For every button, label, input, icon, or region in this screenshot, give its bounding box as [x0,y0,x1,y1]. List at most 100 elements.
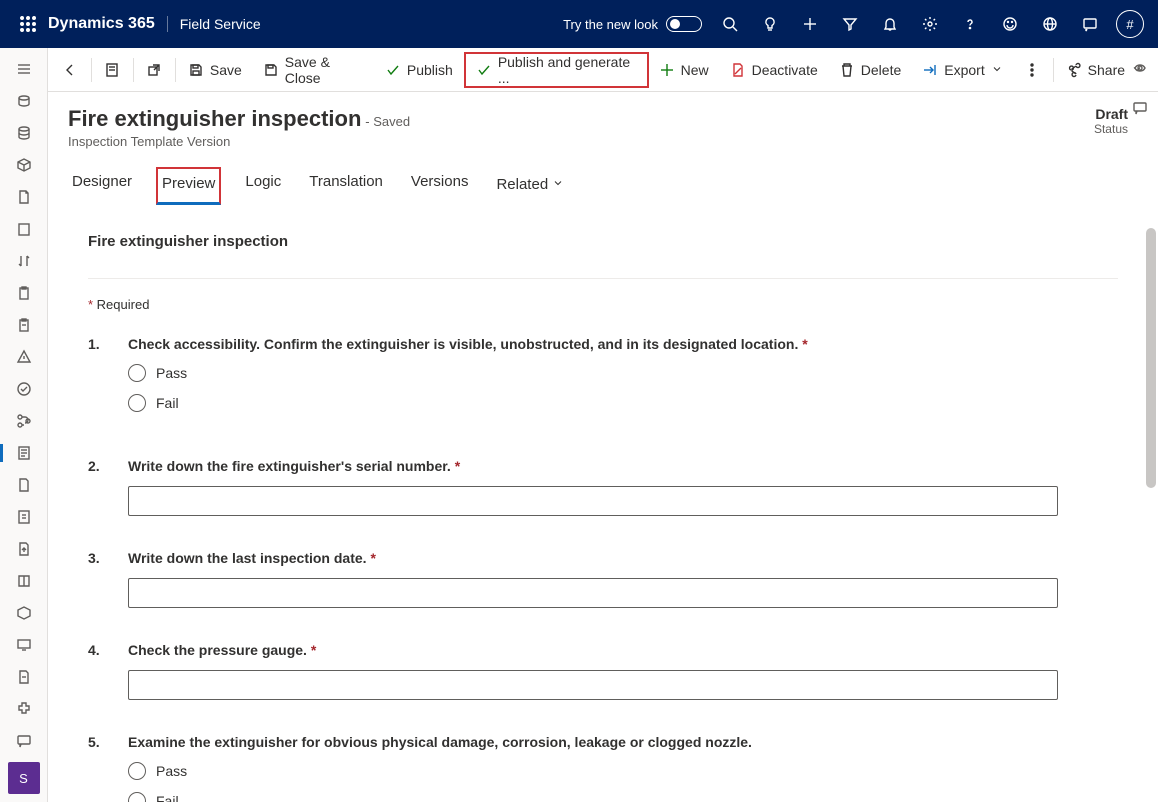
lightbulb-icon[interactable] [750,0,790,48]
related-label: Related [496,176,548,193]
save-close-label: Save & Close [285,54,364,86]
user-avatar[interactable]: # [1110,0,1150,48]
form-selector-icon[interactable] [94,48,131,92]
delete-button[interactable]: Delete [829,48,912,92]
export-button[interactable]: Export [912,48,1013,92]
help-icon[interactable] [950,0,990,48]
deactivate-label: Deactivate [752,62,818,78]
nav-building-icon[interactable] [4,214,44,244]
nav-file-icon[interactable] [4,470,44,500]
deactivate-button[interactable]: Deactivate [720,48,829,92]
nav-box-icon[interactable] [4,598,44,628]
try-new-look-label: Try the new look [563,17,658,32]
avatar-circle: # [1116,10,1144,38]
question-number: 4. [88,642,128,700]
radio-label: Pass [156,365,187,381]
required-note: * Required [88,297,1118,312]
nav-plugin-icon[interactable] [4,694,44,724]
brand-name[interactable]: Dynamics 365 [48,15,155,33]
search-icon[interactable] [710,0,750,48]
question: 3.Write down the last inspection date. * [88,550,1118,608]
add-icon[interactable] [790,0,830,48]
tab-designer[interactable]: Designer [68,167,136,205]
saved-indicator: - Saved [365,114,410,129]
nav-book-icon[interactable] [4,566,44,596]
publish-label: Publish [407,62,453,78]
right-panel-rail [1122,48,1158,120]
feedback-icon[interactable] [990,0,1030,48]
question: 1.Check accessibility. Confirm the extin… [88,336,1118,424]
notifications-icon[interactable] [870,0,910,48]
nav-clipboard-icon[interactable] [4,278,44,308]
nav-document-icon[interactable] [4,182,44,212]
nav-page-icon[interactable] [4,502,44,532]
radio-circle-icon [128,762,146,780]
divider [88,278,1118,279]
settings-icon[interactable] [910,0,950,48]
try-new-toggle[interactable] [666,16,702,32]
share-label: Share [1088,62,1125,78]
form-title: Fire extinguisher inspection [88,233,1118,250]
question-number: 3. [88,550,128,608]
nav-sort-icon[interactable] [4,246,44,276]
messages-icon[interactable] [1070,0,1110,48]
nav-chat-icon[interactable] [4,726,44,756]
app-launcher-icon[interactable] [8,16,48,32]
radio-option[interactable]: Fail [128,394,1118,412]
area-switcher[interactable]: S [8,762,40,794]
nav-form-icon[interactable] [4,438,44,468]
text-input[interactable] [128,670,1058,700]
nav-package-icon[interactable] [4,150,44,180]
nav-data-icon[interactable] [4,118,44,148]
text-input[interactable] [128,578,1058,608]
question-number: 2. [88,458,128,516]
filter-icon[interactable] [830,0,870,48]
teams-chat-icon[interactable] [1128,96,1152,120]
export-label: Export [944,62,984,78]
new-label: New [681,62,709,78]
page-title: Fire extinguisher inspection [68,106,361,131]
text-input[interactable] [128,486,1058,516]
publish-button[interactable]: Publish [375,48,464,92]
radio-option[interactable]: Fail [128,792,1118,802]
nav-upload-icon[interactable] [4,534,44,564]
radio-option[interactable]: Pass [128,762,1118,780]
copilot-icon[interactable] [1128,56,1152,80]
tab-related[interactable]: Related [492,167,568,205]
radio-circle-icon [128,364,146,382]
tab-versions[interactable]: Versions [407,167,473,205]
scrollbar-thumb[interactable] [1146,228,1156,488]
globe-icon[interactable] [1030,0,1070,48]
radio-circle-icon [128,394,146,412]
nav-check-icon[interactable] [4,374,44,404]
radio-circle-icon [128,792,146,802]
nav-hamburger-icon[interactable] [4,54,44,84]
question: 5.Examine the extinguisher for obvious p… [88,734,1118,802]
back-button[interactable] [52,48,89,92]
save-button[interactable]: Save [178,48,253,92]
overflow-button[interactable] [1014,48,1051,92]
nav-branch-icon[interactable] [4,406,44,436]
chevron-down-icon [991,62,1003,78]
form-tabs: Designer Preview Logic Translation Versi… [48,149,1158,205]
tab-preview[interactable]: Preview [156,167,221,205]
question-text: Write down the last inspection date. * [128,550,1118,566]
new-button[interactable]: New [649,48,720,92]
radio-label: Pass [156,763,187,779]
nav-warning-icon[interactable] [4,342,44,372]
publish-generate-button[interactable]: Publish and generate ... [464,52,649,88]
nav-clipboard2-icon[interactable] [4,310,44,340]
record-header: Fire extinguisher inspection - Saved Ins… [48,92,1158,149]
status-label: Status [1094,122,1128,136]
tab-translation[interactable]: Translation [305,167,387,205]
tab-logic[interactable]: Logic [241,167,285,205]
nav-file2-icon[interactable] [4,662,44,692]
nav-monitor-icon[interactable] [4,630,44,660]
radio-option[interactable]: Pass [128,364,1118,382]
module-name[interactable]: Field Service [167,16,261,32]
save-close-button[interactable]: Save & Close [253,48,375,92]
nav-home-icon[interactable] [4,86,44,116]
try-new-look[interactable]: Try the new look [563,16,702,32]
command-bar: Save Save & Close Publish Publish and ge… [48,48,1158,92]
open-in-new-icon[interactable] [136,48,173,92]
